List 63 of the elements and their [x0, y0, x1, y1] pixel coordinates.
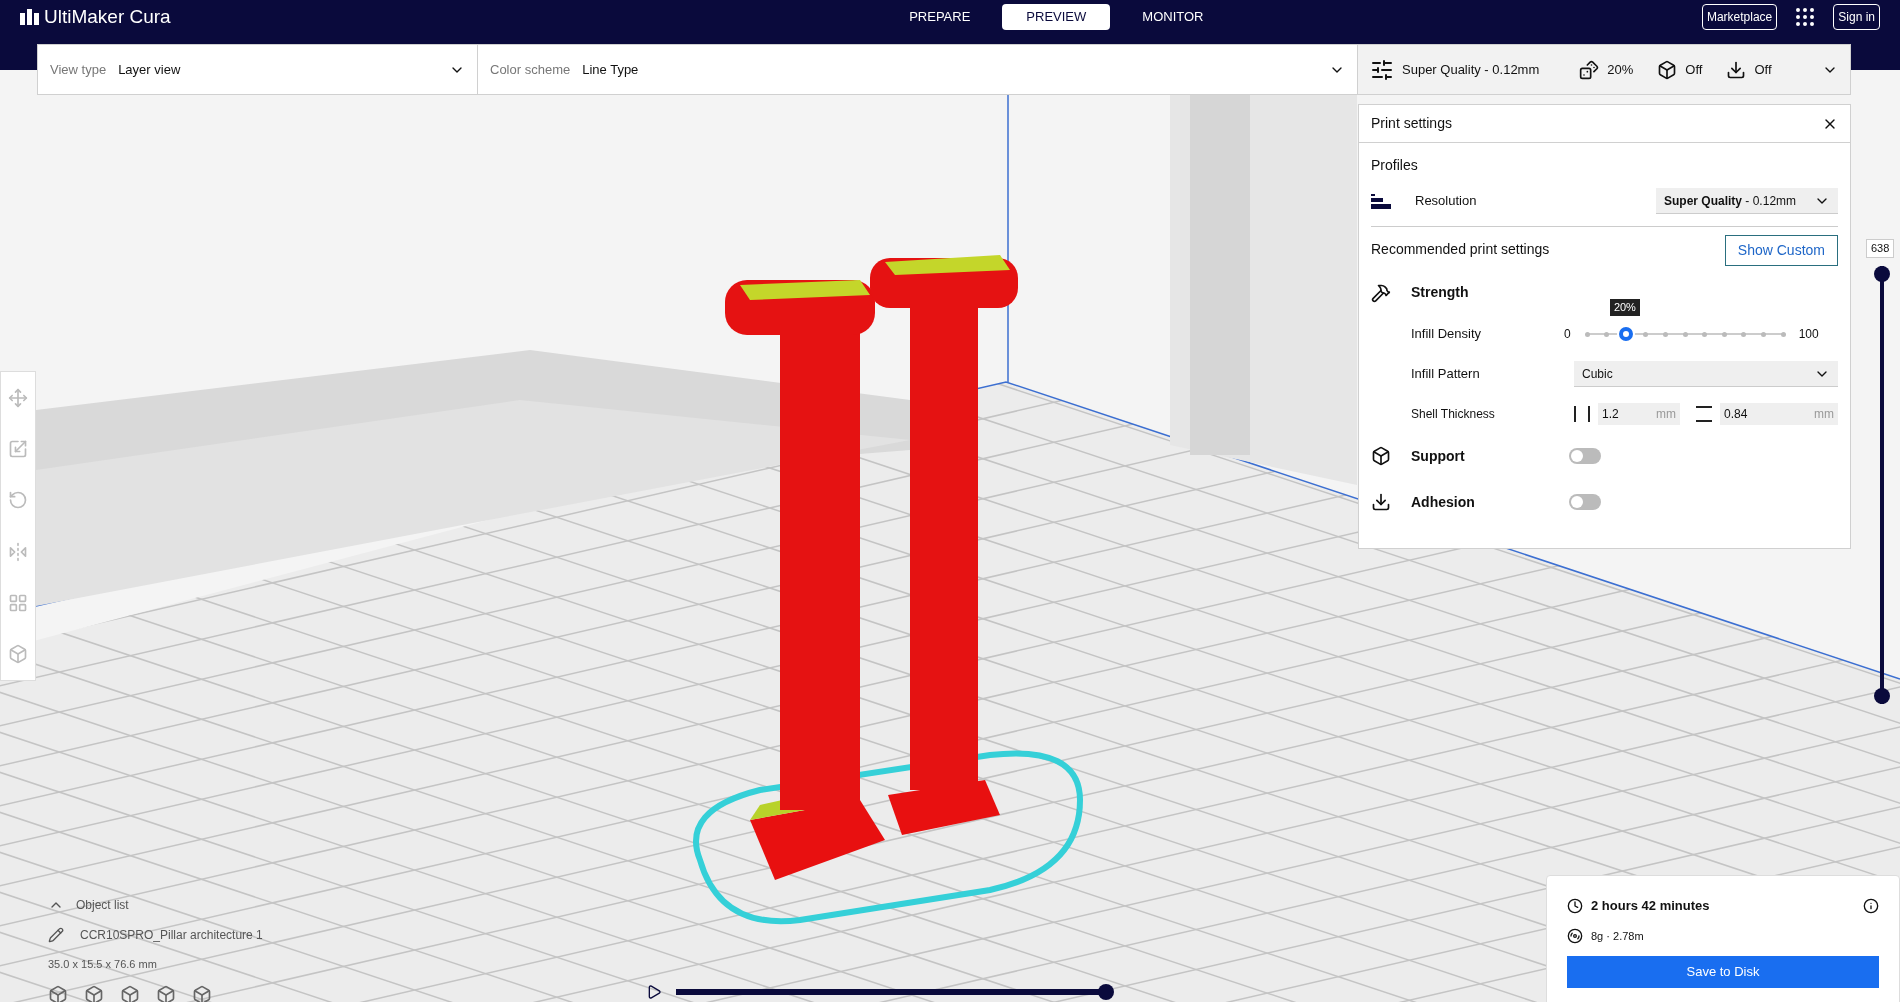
- resolution-dropdown[interactable]: Super Quality - 0.12mm: [1656, 188, 1838, 214]
- adhesion-icon: [1371, 492, 1391, 512]
- object-list-heading[interactable]: Object list: [76, 896, 129, 914]
- toggle-label: Support: [1411, 446, 1466, 466]
- profiles-heading: Profiles: [1371, 156, 1418, 175]
- infill-summary: 20%: [1607, 60, 1634, 79]
- resolution-icon: [1371, 193, 1391, 209]
- stage-tab[interactable]: PREPARE: [885, 4, 995, 30]
- camera-view-icon[interactable]: [120, 984, 140, 1002]
- object-name: CCR10SPRO_Pillar architecture 1: [80, 927, 263, 944]
- infill-pattern-dropdown[interactable]: Cubic: [1574, 361, 1838, 387]
- timeline-slider[interactable]: [676, 984, 1114, 1000]
- camera-view-icon[interactable]: [156, 984, 176, 1002]
- profile-summary: Super Quality - 0.12mm: [1402, 60, 1540, 79]
- adhesion-summary: Off: [1754, 60, 1772, 79]
- stage-tab[interactable]: PREVIEW: [1002, 4, 1111, 30]
- marketplace-button[interactable]: Marketplace: [1701, 4, 1778, 30]
- info-icon[interactable]: [1863, 897, 1879, 914]
- clock-icon: [1567, 897, 1583, 914]
- shell-thickness-label: Shell Thickness: [1411, 406, 1496, 423]
- strength-heading: Strength: [1411, 283, 1469, 302]
- toggle-switch[interactable]: [1569, 494, 1601, 510]
- infill-density-label: Infill Density: [1411, 325, 1483, 344]
- stage-tab[interactable]: MONITOR: [1118, 4, 1228, 30]
- pencil-icon[interactable]: [48, 927, 64, 943]
- toggle-switch[interactable]: [1569, 448, 1601, 464]
- sign-in-button[interactable]: Sign in: [1833, 4, 1880, 30]
- wall-thickness-icon: [1574, 406, 1590, 422]
- layer-value: 638: [1866, 239, 1895, 258]
- infill-pattern-label: Infill Pattern: [1411, 365, 1481, 384]
- hammer-icon: [1371, 282, 1391, 303]
- view-type-dropdown[interactable]: View type Layer view: [38, 45, 478, 94]
- print-setup-selector[interactable]: Super Quality - 0.12mm 20% Off Off: [1358, 45, 1850, 94]
- slider-tooltip: 20%: [1609, 299, 1640, 316]
- slider-max: 100: [1798, 326, 1819, 343]
- material-usage: 8g · 2.78m: [1591, 928, 1644, 944]
- save-to-disk-button[interactable]: Save to Disk: [1567, 956, 1879, 988]
- slider-thumb[interactable]: [1618, 327, 1633, 341]
- toggle-label: Adhesion: [1411, 492, 1476, 512]
- support-icon: [1371, 446, 1391, 466]
- layer-slider[interactable]: [1874, 266, 1890, 704]
- show-custom-button[interactable]: Show Custom: [1724, 235, 1838, 266]
- sliders-icon: [1370, 57, 1394, 82]
- print-time: 2 hours 42 minutes: [1591, 897, 1710, 915]
- support-icon: [1657, 59, 1678, 80]
- wall-thickness-field[interactable]: 1.2 mm: [1598, 403, 1680, 425]
- spool-icon: [1567, 927, 1583, 944]
- camera-view-icon[interactable]: [48, 984, 68, 1002]
- top-thickness-field[interactable]: 0.84 mm: [1720, 403, 1838, 425]
- recommended-heading: Recommended print settings: [1371, 240, 1550, 259]
- play-icon[interactable]: [646, 984, 662, 1000]
- object-dimensions: 35.0 x 15.5 x 76.6 mm: [48, 957, 157, 972]
- adhesion-icon: [1726, 59, 1747, 80]
- resolution-label: Resolution: [1415, 192, 1477, 211]
- slider-min: 0: [1564, 326, 1571, 343]
- camera-view-icon[interactable]: [192, 984, 212, 1002]
- infill-icon: [1579, 59, 1600, 80]
- panel-title: Print settings: [1371, 114, 1452, 133]
- camera-view-icon[interactable]: [84, 984, 104, 1002]
- logo-icon: [20, 9, 40, 25]
- top-thickness-icon: [1696, 406, 1712, 422]
- app-logo: UltiMaker Cura: [44, 4, 171, 29]
- support-summary: Off: [1685, 60, 1703, 79]
